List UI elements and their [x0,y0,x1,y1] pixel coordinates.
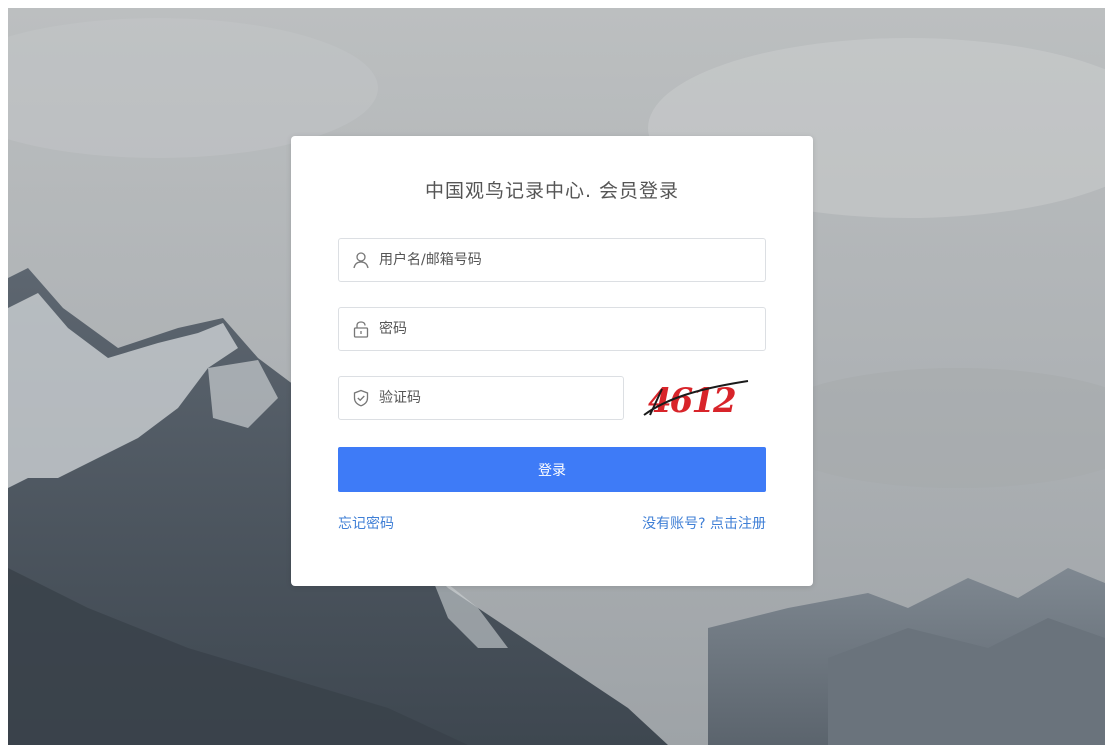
captcha-input[interactable] [379,377,613,419]
login-card: 中国观鸟记录中心. 会员登录 4612 [291,136,813,586]
lock-icon [353,321,369,338]
captcha-image[interactable]: 4612 [636,379,754,419]
password-input[interactable] [379,308,755,350]
username-field[interactable] [338,238,766,282]
captcha-field[interactable] [338,376,624,420]
user-icon [353,252,369,269]
shield-check-icon [353,389,369,407]
background-scene: 中国观鸟记录中心. 会员登录 4612 [8,8,1105,745]
login-button[interactable]: 登录 [338,447,766,492]
register-link[interactable]: 没有账号? 点击注册 [642,513,766,533]
login-title: 中国观鸟记录中心. 会员登录 [424,180,680,202]
captcha-text: 4612 [648,381,736,419]
forgot-password-link[interactable]: 忘记密码 [338,513,394,533]
username-input[interactable] [379,239,755,281]
password-field[interactable] [338,307,766,351]
